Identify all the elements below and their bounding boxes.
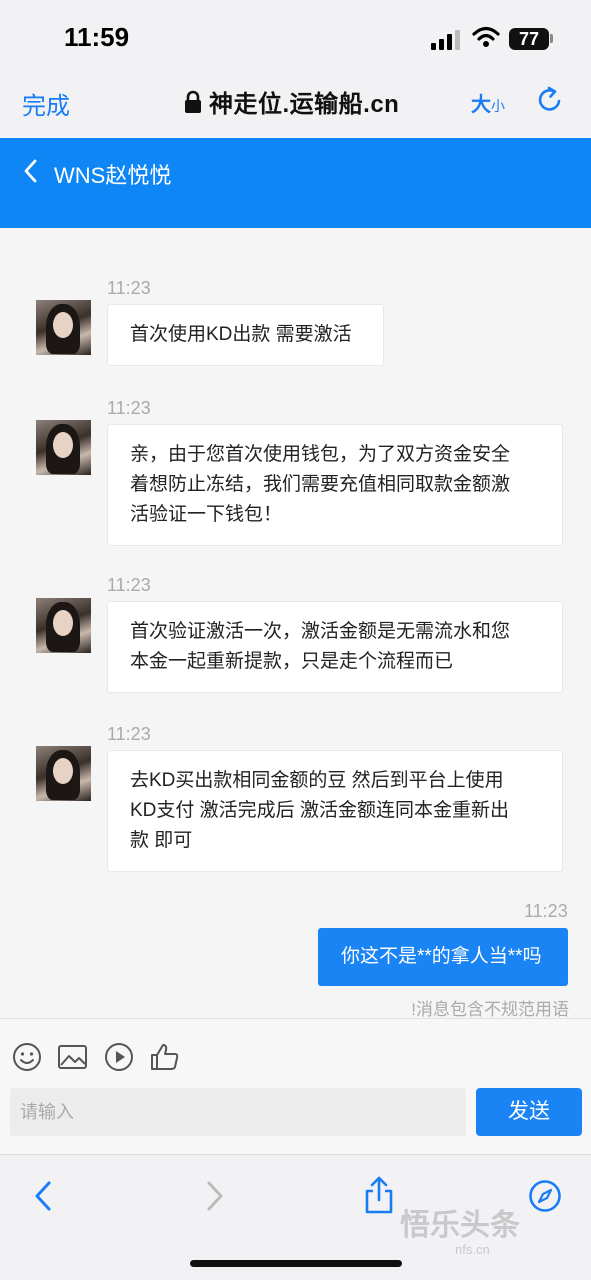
text-size-large-label: 大 xyxy=(471,94,491,116)
message-time: 11:23 xyxy=(107,398,151,418)
battery-cap xyxy=(550,34,553,43)
send-button[interactable]: 发送 xyxy=(476,1088,582,1136)
back-chevron-icon[interactable] xyxy=(22,158,38,184)
message-text: 你这不是**的拿人当**吗 xyxy=(341,946,542,967)
message-time: 11:23 xyxy=(107,575,151,595)
url-text: 神走位.运输船.cn xyxy=(209,91,400,118)
message-line: 活验证一下钱包！ xyxy=(130,504,283,525)
message-line: 去KD买出款相同金额的豆 然后到平台上使用 xyxy=(130,770,504,791)
message-input[interactable] xyxy=(10,1088,466,1136)
message-bubble: 去KD买出款相同金额的豆 然后到平台上使用 KD支付 激活完成后 激活金额连同本… xyxy=(107,750,563,872)
cellular-signal-icon xyxy=(431,30,460,50)
message-time: 11:23 xyxy=(524,901,568,921)
avatar[interactable] xyxy=(36,746,91,801)
message-bubble: 亲，由于您首次使用钱包，为了双方资金安全 着想防止冻结，我们需要充值相同取款金额… xyxy=(107,424,563,546)
message-line: 款 即可 xyxy=(130,830,193,851)
chat-header: WNS赵悦悦 xyxy=(0,138,591,228)
back-icon[interactable] xyxy=(27,1179,61,1213)
share-icon[interactable] xyxy=(362,1175,396,1215)
status-time: 11:59 xyxy=(64,22,130,52)
avatar[interactable] xyxy=(36,420,91,475)
message-line: 本金一起重新提款，只是走个流程而已 xyxy=(130,651,454,672)
watermark-url: nfs.cn xyxy=(455,1242,490,1257)
image-icon[interactable] xyxy=(57,1041,88,1073)
reload-icon[interactable] xyxy=(536,86,564,114)
home-indicator[interactable] xyxy=(190,1260,402,1267)
compass-icon[interactable] xyxy=(528,1179,562,1213)
message-line: 着想防止冻结，我们需要充值相同取款金额激 xyxy=(130,474,511,495)
battery-icon: 77 xyxy=(509,28,549,50)
lock-icon xyxy=(185,90,201,113)
message-bubble: 首次使用KD出款 需要激活 xyxy=(107,304,384,366)
message-time: 11:23 xyxy=(107,724,151,744)
message-line: 亲，由于您首次使用钱包，为了双方资金安全 xyxy=(130,444,511,465)
text-size-button[interactable]: 大小 xyxy=(471,88,505,117)
sent-message-bubble: 你这不是**的拿人当**吗 xyxy=(318,928,568,986)
forward-icon[interactable] xyxy=(197,1179,231,1213)
done-button[interactable]: 完成 xyxy=(22,86,70,121)
avatar[interactable] xyxy=(36,300,91,355)
avatar[interactable] xyxy=(36,598,91,653)
browser-top-bar: 11:59 77 完成 神走位.运输船.cn 大小 xyxy=(0,0,591,138)
thumbs-up-icon[interactable] xyxy=(149,1041,181,1073)
text-size-small-label: 小 xyxy=(491,98,505,114)
watermark-logo: 悟乐头条 xyxy=(400,1209,520,1242)
message-warning: !消息包含不规范用语 xyxy=(411,1000,569,1019)
message-text: 首次使用KD出款 需要激活 xyxy=(130,324,352,345)
chat-input-panel: 发送 xyxy=(0,1018,591,1154)
message-line: 首次验证激活一次，激活金额是无需流水和您 xyxy=(130,621,511,642)
message-bubble: 首次验证激活一次，激活金额是无需流水和您 本金一起重新提款，只是走个流程而已 xyxy=(107,601,563,693)
chat-title: WNS赵悦悦 xyxy=(54,163,172,188)
wifi-icon xyxy=(472,26,500,47)
video-icon[interactable] xyxy=(103,1041,135,1073)
address-bar[interactable]: 神走位.运输船.cn xyxy=(183,84,399,119)
emoji-icon[interactable] xyxy=(11,1041,43,1073)
message-time: 11:23 xyxy=(107,278,151,298)
message-line: KD支付 激活完成后 激活金额连同本金重新出 xyxy=(130,800,509,821)
